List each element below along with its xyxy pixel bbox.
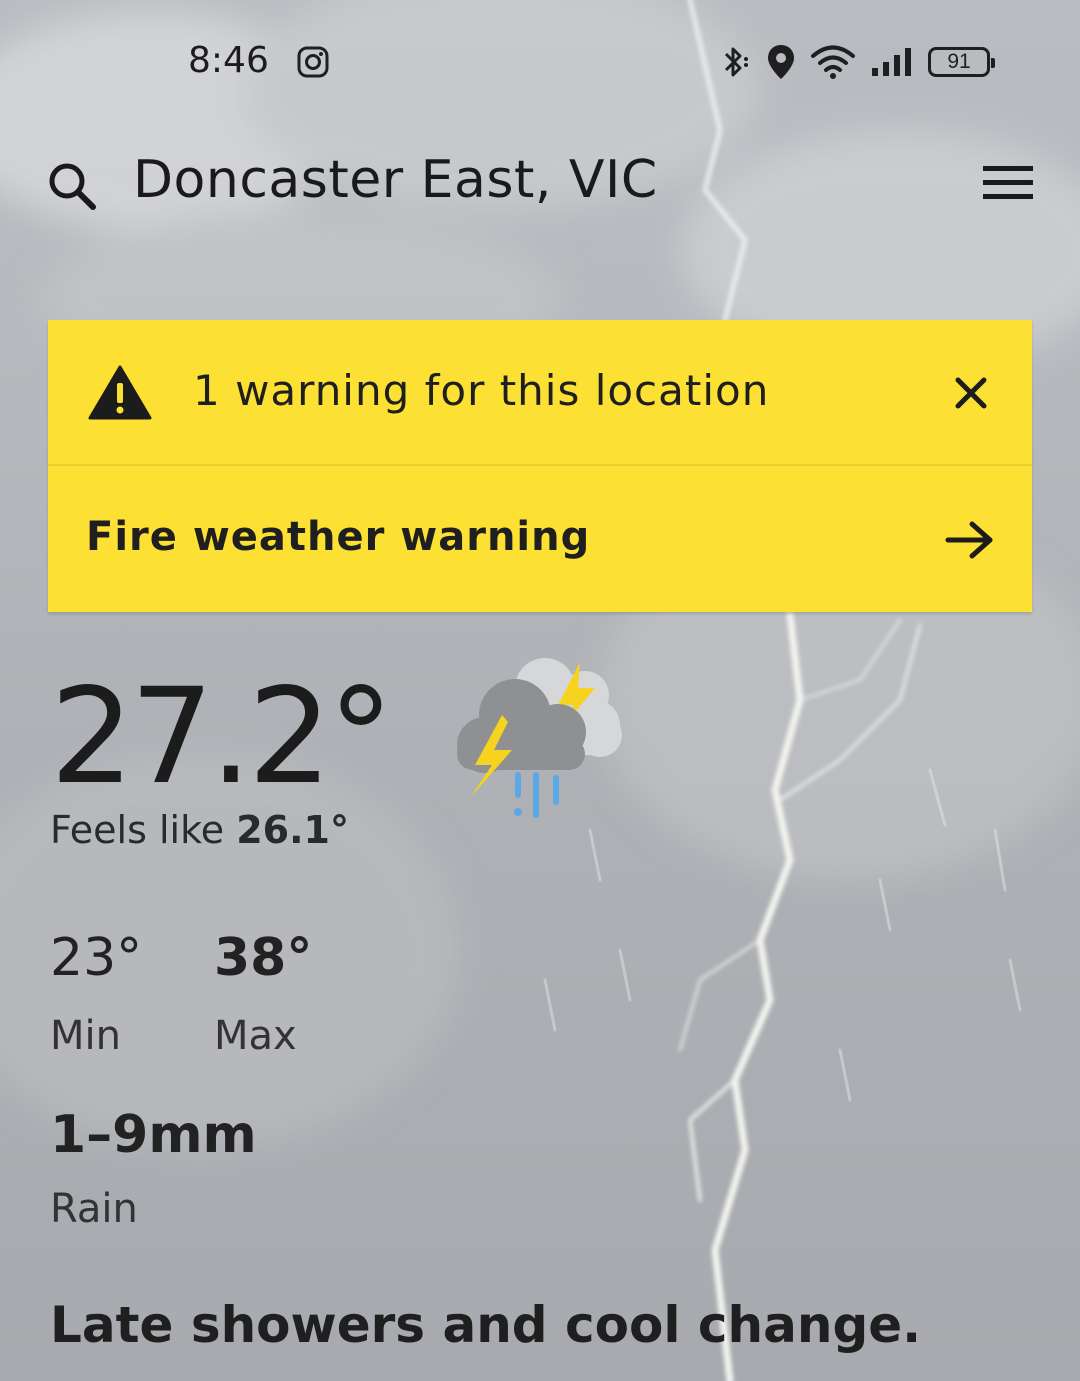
feels-like-label: Feels like bbox=[50, 808, 225, 852]
bluetooth-icon bbox=[724, 47, 748, 77]
search-icon[interactable] bbox=[46, 160, 98, 212]
warning-title: Fire weather warning bbox=[86, 514, 591, 560]
location-icon bbox=[768, 45, 794, 79]
feels-like-value: 26.1° bbox=[236, 808, 349, 852]
battery-icon: 91 bbox=[928, 47, 995, 77]
forecast-summary: Late showers and cool change. bbox=[50, 1296, 922, 1354]
min-label: Min bbox=[50, 1013, 121, 1059]
feels-like: Feels like 26.1° bbox=[50, 808, 349, 852]
warning-triangle-icon bbox=[88, 365, 152, 420]
warning-summary-row: 1 warning for this location bbox=[48, 320, 1032, 466]
rain-label: Rain bbox=[50, 1186, 138, 1232]
status-time: 8:46 bbox=[188, 40, 269, 81]
hamburger-menu-icon[interactable] bbox=[983, 164, 1033, 200]
fire-weather-warning-link[interactable]: Fire weather warning bbox=[48, 466, 1032, 612]
max-temperature: 38° bbox=[214, 928, 313, 988]
warning-card: 1 warning for this location Fire weather… bbox=[48, 320, 1032, 612]
arrow-right-icon bbox=[945, 521, 993, 559]
warning-count-text: 1 warning for this location bbox=[193, 366, 770, 415]
current-temperature: 27.2° bbox=[50, 660, 394, 814]
signal-icon bbox=[872, 48, 911, 76]
rain-amount: 1–9mm bbox=[50, 1105, 257, 1165]
location-title[interactable]: Doncaster East, VIC bbox=[133, 150, 658, 210]
storm-rain-icon bbox=[457, 658, 622, 818]
close-icon[interactable] bbox=[952, 374, 990, 412]
min-temperature: 23° bbox=[50, 928, 143, 988]
max-label: Max bbox=[214, 1013, 297, 1059]
system-icons: 91 bbox=[718, 40, 995, 84]
instagram-icon bbox=[297, 46, 329, 78]
wifi-icon bbox=[811, 45, 855, 79]
